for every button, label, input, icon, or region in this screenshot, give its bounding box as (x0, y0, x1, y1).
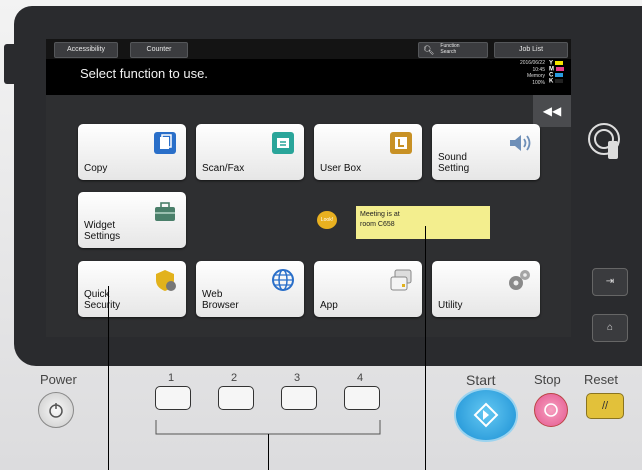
start-button[interactable] (454, 388, 518, 442)
toolbox-icon (155, 202, 175, 221)
key-1-label: 1 (168, 372, 175, 384)
function-search-label: Function Search (440, 43, 460, 55)
toner-cyan: C (549, 73, 567, 79)
register-key-3[interactable] (281, 386, 317, 410)
copy-tile[interactable]: Copy (78, 124, 186, 180)
widget-settings-tile[interactable]: Widget Settings (78, 192, 186, 248)
toner-magenta: M (549, 67, 567, 73)
callout-line-touch-panel (108, 286, 109, 470)
home-icon: ⌂ (606, 322, 614, 333)
user-box-icon (390, 132, 412, 154)
speaker-icon (510, 135, 531, 151)
accessibility-button[interactable]: Accessibility (54, 42, 118, 58)
collapse-panel-button[interactable]: ◀◀ (533, 95, 571, 127)
scan-fax-icon (272, 132, 294, 154)
instruction-message: Select function to use. (80, 66, 208, 81)
reset-icon: // (601, 400, 609, 412)
user-box-label: User Box (320, 163, 362, 174)
widget-icon[interactable]: Look! (317, 211, 337, 229)
shield-icon (156, 270, 176, 291)
register-key-2[interactable] (218, 386, 254, 410)
stop-label: Stop (534, 372, 561, 387)
globe-icon (272, 269, 294, 291)
app-tile[interactable]: App (314, 261, 422, 317)
power-label: Power (40, 372, 77, 387)
function-search-button[interactable]: 🔍︎ Function Search (418, 42, 488, 58)
status-panel: 2016/06/22 10:45 Memory 100% (520, 60, 545, 86)
counter-button[interactable]: Counter (130, 42, 188, 58)
utility-tile[interactable]: Utility (432, 261, 540, 317)
stop-button[interactable] (534, 393, 568, 427)
touch-screen: Accessibility Counter 🔍︎ Function Search… (46, 39, 571, 337)
web-browser-tile[interactable]: Web Browser (196, 261, 304, 317)
scan-fax-label: Scan/Fax (202, 163, 245, 174)
key-2-label: 2 (231, 372, 238, 384)
user-box-tile[interactable]: User Box (314, 124, 422, 180)
key-group-bracket (155, 420, 381, 435)
power-button[interactable] (38, 392, 74, 428)
key-4-label: 4 (357, 372, 364, 384)
register-key-1[interactable] (155, 386, 191, 410)
toner-yellow: Y (549, 61, 567, 67)
copy-label: Copy (84, 163, 108, 174)
reset-label: Reset (584, 372, 618, 387)
toner-black: K (549, 79, 567, 85)
stop-icon (544, 403, 558, 417)
home-button[interactable]: ⌂ (592, 314, 628, 342)
side-tab (4, 44, 14, 84)
sticky-note-widget[interactable]: Meeting is at room C658 (356, 206, 490, 239)
top-bar: Accessibility Counter 🔍︎ Function Search… (46, 39, 571, 59)
quick-security-label: Quick Security (84, 289, 121, 311)
search-icon: 🔍︎ (423, 45, 435, 55)
sound-setting-tile[interactable]: Sound Setting (432, 124, 540, 180)
memory-value: 100% (532, 79, 545, 86)
sound-setting-label: Sound Setting (438, 152, 470, 174)
key-3-label: 3 (294, 372, 301, 384)
reset-button[interactable]: // (586, 393, 624, 419)
date: 2016/06/22 (519, 60, 545, 66)
callout-line-widget (425, 226, 426, 470)
copy-icon (154, 132, 176, 154)
enlarge-display-button[interactable]: ⇥ (592, 268, 628, 296)
toner-levels: Y M C K (549, 61, 567, 85)
widget-settings-label: Widget Settings (84, 220, 121, 242)
web-browser-label: Web Browser (202, 289, 239, 311)
windows-icon (390, 269, 412, 291)
app-label: App (320, 300, 338, 311)
enlarge-icon: ⇥ (605, 276, 615, 287)
callout-line-register-keys (268, 434, 269, 470)
rewind-icon: ◀◀ (542, 104, 562, 118)
gear-icon (509, 270, 530, 290)
quick-security-tile[interactable]: Quick Security (78, 261, 186, 317)
message-bar: Select function to use. 2016/06/22 10:45… (46, 59, 571, 95)
start-icon (473, 402, 499, 428)
start-label: Start (466, 372, 496, 388)
scan-fax-tile[interactable]: Scan/Fax (196, 124, 304, 180)
sticky-note-text: Meeting is at room C658 (360, 211, 400, 228)
power-icon (49, 403, 63, 418)
touch-nfc-icon (588, 123, 620, 159)
register-key-4[interactable] (344, 386, 380, 410)
utility-label: Utility (438, 300, 463, 311)
job-list-button[interactable]: Job List (494, 42, 568, 58)
